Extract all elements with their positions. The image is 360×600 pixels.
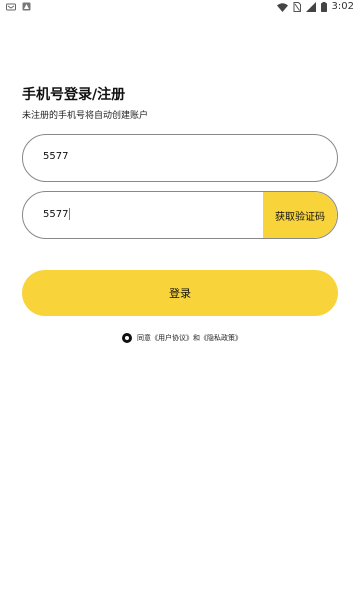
status-left-icons [6, 2, 31, 11]
status-bar: 3:02 [0, 0, 360, 14]
battery-icon [320, 2, 327, 12]
wifi-icon [276, 2, 288, 12]
code-input-value: 5577 [43, 209, 69, 220]
page-subtitle: 未注册的手机号将自动创建账户 [22, 111, 149, 121]
no-sim-icon [293, 2, 301, 12]
status-time: 3:02 [331, 1, 354, 12]
code-input-value-wrap: 5577 [43, 208, 71, 220]
verification-code-input[interactable]: 5577 获取验证码 [22, 191, 338, 239]
page-title: 手机号登录/注册 [22, 87, 126, 103]
get-code-button[interactable]: 获取验证码 [263, 192, 337, 238]
agreement-row: 同意《用户协议》和《隐私政策》 [122, 333, 242, 343]
agreement-text[interactable]: 同意《用户协议》和《隐私政策》 [137, 333, 242, 343]
phone-input-value: 5577 [43, 151, 69, 162]
text-cursor [69, 208, 71, 220]
status-right-icons: 3:02 [276, 1, 354, 13]
agreement-radio[interactable] [122, 333, 132, 343]
signal-icon [305, 2, 316, 12]
login-button[interactable]: 登录 [22, 270, 338, 316]
phone-input[interactable]: 5577 [22, 134, 338, 182]
warning-icon [22, 2, 31, 11]
notification-icon [6, 3, 16, 10]
